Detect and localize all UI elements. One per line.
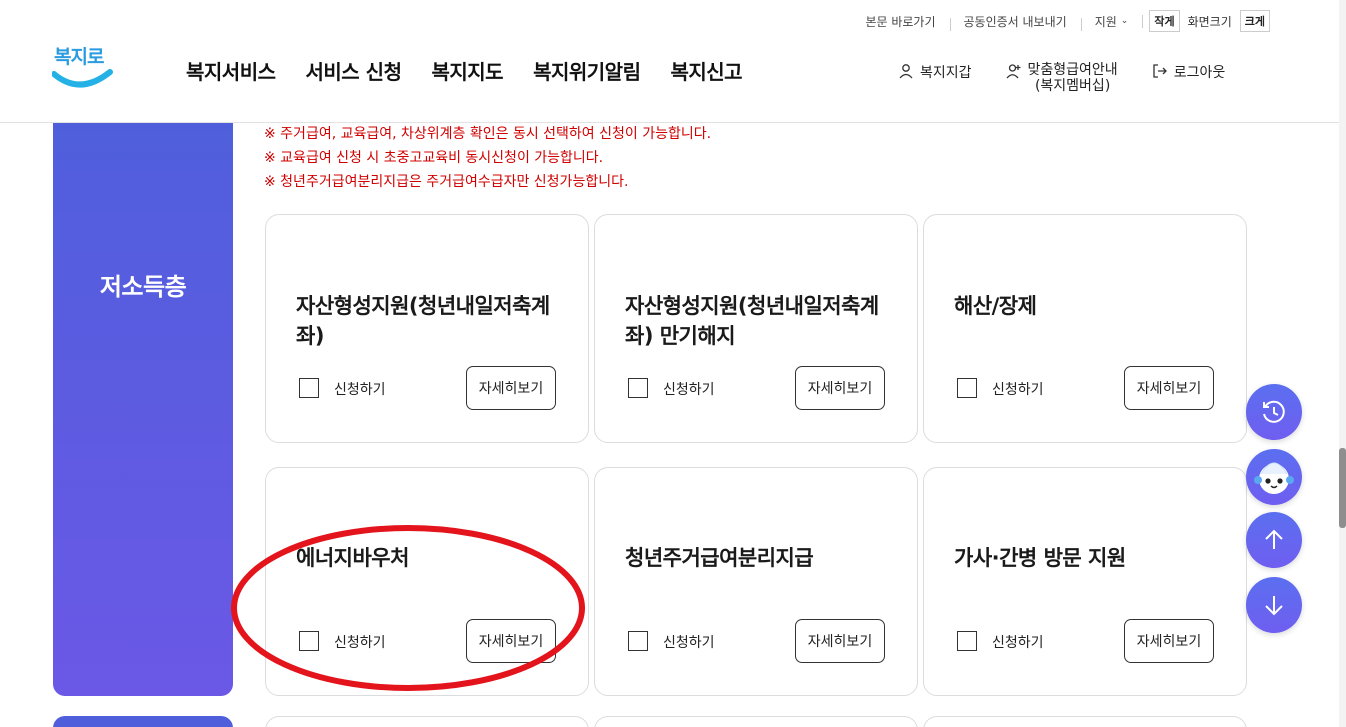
apply-label: 신청하기 bbox=[663, 635, 715, 651]
notice-item: ※ 주거급여, 교육급여, 차상위계층 확인은 동시 선택하여 신청이 가능합니… bbox=[264, 126, 712, 142]
scrollbar-track[interactable] bbox=[1339, 0, 1346, 727]
service-card-partial bbox=[265, 716, 589, 727]
detail-button[interactable]: 자세히보기 bbox=[1124, 619, 1214, 663]
nav-crisis-alert[interactable]: 복지위기알림 bbox=[533, 56, 641, 85]
service-card: 자산형성지원(청년내일저축계좌) 만기해지 신청하기 자세히보기 bbox=[594, 214, 918, 443]
apply-checkbox[interactable] bbox=[628, 378, 648, 398]
support-label: 지원 bbox=[1094, 14, 1117, 29]
font-size-label: 화면크기 bbox=[1187, 14, 1232, 29]
detail-button[interactable]: 자세히보기 bbox=[1124, 366, 1214, 410]
next-category-panel bbox=[53, 716, 233, 727]
scrollbar-thumb[interactable] bbox=[1339, 448, 1346, 528]
cert-export-link[interactable]: 공동인증서 내보내기 bbox=[949, 13, 1081, 31]
chatbot-button[interactable] bbox=[1246, 449, 1302, 505]
logo[interactable]: 복지로 bbox=[52, 42, 114, 94]
arrow-up-icon bbox=[1265, 529, 1283, 549]
recent-history-button[interactable] bbox=[1246, 384, 1302, 440]
wallet-label: 복지지갑 bbox=[920, 65, 972, 81]
logout-link[interactable]: 로그아웃 bbox=[1152, 62, 1226, 94]
service-card: 자산형성지원(청년내일저축계좌) 신청하기 자세히보기 bbox=[265, 214, 589, 443]
divider bbox=[1142, 14, 1144, 28]
wallet-link[interactable]: 복지지갑 bbox=[898, 62, 972, 94]
header-user-links: 복지지갑 맞춤형급여안내 (복지멤버십) 로그아웃 bbox=[898, 62, 1225, 94]
font-large-button[interactable]: 크게 bbox=[1239, 10, 1270, 32]
apply-label: 신청하기 bbox=[663, 382, 715, 398]
apply-label: 신청하기 bbox=[992, 635, 1044, 651]
notice-item: ※ 교육급여 신청 시 초중고교육비 동시신청이 가능합니다. bbox=[264, 150, 604, 166]
service-title: 가사·간병 방문 지원 bbox=[954, 546, 1126, 570]
user-plus-icon bbox=[1006, 64, 1021, 79]
service-title: 청년주거급여분리지급 bbox=[625, 546, 814, 570]
service-card: 해산/장제 신청하기 자세히보기 bbox=[923, 214, 1247, 443]
service-title: 에너지바우처 bbox=[296, 546, 409, 570]
category-title: 저소득층 bbox=[99, 273, 187, 301]
skip-to-content-link[interactable]: 본문 바로가기 bbox=[851, 13, 949, 30]
service-card: 청년주거급여분리지급 신청하기 자세히보기 bbox=[594, 467, 918, 696]
detail-button[interactable]: 자세히보기 bbox=[466, 366, 556, 410]
nav-service-apply[interactable]: 서비스 신청 bbox=[306, 56, 402, 85]
nav-welfare-map[interactable]: 복지지도 bbox=[431, 56, 503, 85]
service-card: 가사·간병 방문 지원 신청하기 자세히보기 bbox=[923, 467, 1247, 696]
scroll-bottom-button[interactable] bbox=[1246, 577, 1302, 633]
logout-icon bbox=[1153, 64, 1167, 78]
apply-checkbox[interactable] bbox=[628, 631, 648, 651]
notice-item: ※ 청년주거급여분리지급은 주거급여수급자만 신청가능합니다. bbox=[264, 174, 629, 190]
apply-label: 신청하기 bbox=[334, 635, 386, 651]
arrow-down-icon bbox=[1265, 596, 1283, 616]
font-small-button[interactable]: 작게 bbox=[1149, 10, 1180, 32]
logo-text: 복지로 bbox=[54, 46, 104, 68]
membership-label-2: (복지멤버십) bbox=[1034, 78, 1111, 94]
apply-checkbox[interactable] bbox=[957, 631, 977, 651]
utility-bar: 본문 바로가기 공동인증서 내보내기 지원 ⌄ 작게 화면크기 크게 bbox=[851, 8, 1270, 34]
service-title: 자산형성지원(청년내일저축계좌) 만기해지 bbox=[625, 294, 879, 348]
nav-welfare-services[interactable]: 복지서비스 bbox=[186, 56, 276, 85]
chatbot-icon bbox=[1254, 462, 1294, 494]
membership-label-1: 맞춤형급여안내 bbox=[1027, 62, 1118, 78]
service-title: 자산형성지원(청년내일저축계좌) bbox=[296, 294, 550, 348]
apply-checkbox[interactable] bbox=[299, 631, 319, 651]
user-icon bbox=[899, 64, 913, 79]
detail-button[interactable]: 자세히보기 bbox=[466, 619, 556, 663]
apply-label: 신청하기 bbox=[992, 382, 1044, 398]
chevron-down-icon: ⌄ bbox=[1120, 16, 1129, 26]
logout-label: 로그아웃 bbox=[1173, 65, 1226, 81]
service-card-partial bbox=[594, 716, 918, 727]
notice-list: ※ 주거급여, 교육급여, 차상위계층 확인은 동시 선택하여 신청이 가능합니… bbox=[264, 122, 711, 194]
logo-smile-icon bbox=[52, 69, 113, 88]
main-nav: 복지서비스 서비스 신청 복지지도 복지위기알림 복지신고 bbox=[186, 56, 743, 85]
service-card: 에너지바우처 신청하기 자세히보기 bbox=[265, 467, 589, 696]
scroll-top-button[interactable] bbox=[1246, 512, 1302, 568]
nav-welfare-report[interactable]: 복지신고 bbox=[670, 56, 742, 85]
category-panel: 저소득층 bbox=[53, 123, 233, 696]
detail-button[interactable]: 자세히보기 bbox=[795, 619, 885, 663]
apply-checkbox[interactable] bbox=[957, 378, 977, 398]
service-card-partial bbox=[923, 716, 1247, 727]
detail-button[interactable]: 자세히보기 bbox=[795, 366, 885, 410]
support-menu[interactable]: 지원 ⌄ bbox=[1080, 13, 1143, 31]
apply-checkbox[interactable] bbox=[299, 378, 319, 398]
history-icon bbox=[1263, 400, 1285, 423]
service-title: 해산/장제 bbox=[954, 294, 1037, 318]
apply-label: 신청하기 bbox=[334, 382, 386, 398]
membership-link[interactable]: 맞춤형급여안내 (복지멤버십) bbox=[1006, 62, 1118, 94]
